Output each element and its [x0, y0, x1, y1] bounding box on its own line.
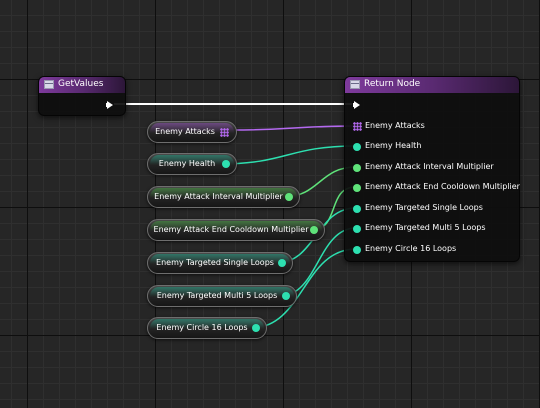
variable-node-enemy-targeted-multi-5-loops[interactable]: Enemy Targeted Multi 5 Loops — [147, 285, 297, 307]
return-pin-label: Enemy Targeted Single Loops — [365, 203, 483, 212]
variable-label: Enemy Attack Interval Multiplier — [154, 192, 283, 201]
int-pin-icon[interactable] — [353, 246, 361, 254]
variable-node-enemy-health[interactable]: Enemy Health — [147, 153, 237, 175]
return-pin-label: Enemy Health — [365, 141, 422, 150]
variable-node-enemy-attack-interval-multiplier[interactable]: Enemy Attack Interval Multiplier — [147, 186, 300, 208]
array-grid-icon[interactable] — [353, 122, 362, 131]
float-pin-icon[interactable] — [353, 184, 361, 192]
float-pin-icon[interactable] — [353, 164, 361, 172]
return-node[interactable]: Return Node Enemy Attacks Enemy Health E… — [344, 76, 520, 262]
int-pin-icon[interactable] — [222, 160, 230, 168]
float-pin-icon[interactable] — [310, 226, 318, 234]
blueprint-graph-canvas[interactable]: GetValues Return Node Enemy Attacks Enem… — [0, 0, 540, 408]
int-pin-icon[interactable] — [353, 205, 361, 213]
variable-label: Enemy Targeted Single Loops — [156, 258, 274, 267]
return-pin-label: Enemy Targeted Multi 5 Loops — [365, 223, 486, 232]
return-node-header[interactable]: Return Node — [345, 77, 519, 93]
return-pin-label: Enemy Attack End Cooldown Multiplier — [365, 182, 520, 191]
variable-node-enemy-attack-end-cooldown-multiplier[interactable]: Enemy Attack End Cooldown Multiplier — [147, 219, 325, 241]
array-grid-icon[interactable] — [220, 128, 229, 137]
variable-label: Enemy Attacks — [155, 127, 215, 136]
exec-in-pin[interactable] — [353, 101, 360, 109]
get-values-node[interactable]: GetValues — [38, 76, 126, 116]
function-icon — [44, 80, 54, 89]
return-node-title: Return Node — [364, 79, 421, 89]
int-pin-icon[interactable] — [278, 259, 286, 267]
variable-node-enemy-targeted-single-loops[interactable]: Enemy Targeted Single Loops — [147, 252, 293, 274]
return-pin-label: Enemy Attacks — [365, 121, 425, 130]
function-icon — [350, 80, 360, 89]
variable-node-enemy-circle-16-loops[interactable]: Enemy Circle 16 Loops — [147, 317, 267, 339]
int-pin-icon[interactable] — [252, 324, 260, 332]
variable-node-enemy-attacks[interactable]: Enemy Attacks — [147, 121, 237, 143]
int-pin-icon[interactable] — [353, 225, 361, 233]
exec-out-pin[interactable] — [106, 101, 113, 109]
int-pin-icon[interactable] — [282, 292, 290, 300]
variable-label: Enemy Targeted Multi 5 Loops — [156, 291, 278, 300]
float-pin-icon[interactable] — [285, 193, 293, 201]
variable-label: Enemy Health — [158, 159, 216, 168]
data-wire[interactable] — [218, 145, 357, 165]
variable-label: Enemy Circle 16 Loops — [156, 323, 248, 332]
variable-label: Enemy Attack End Cooldown Multiplier — [153, 225, 309, 234]
get-values-header[interactable]: GetValues — [39, 77, 125, 93]
int-pin-icon[interactable] — [353, 143, 361, 151]
get-values-title: GetValues — [58, 79, 104, 89]
data-wire[interactable] — [231, 125, 357, 131]
return-pin-label: Enemy Circle 16 Loops — [365, 244, 457, 253]
return-pin-label: Enemy Attack Interval Multiplier — [365, 162, 494, 171]
